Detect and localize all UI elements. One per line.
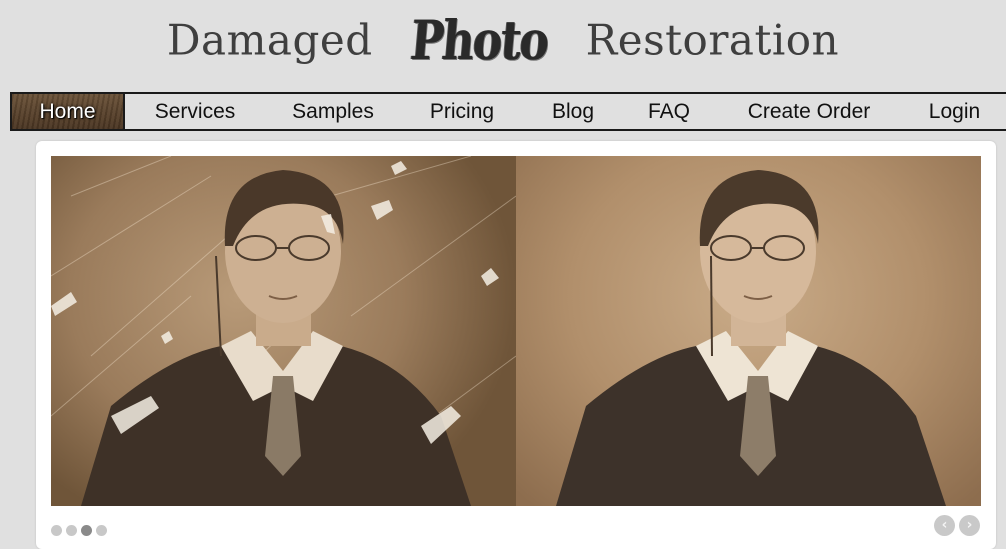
chevron-left-icon[interactable]: ‹ xyxy=(934,515,955,536)
slider-dot-4[interactable] xyxy=(96,525,107,536)
damaged-portrait-before xyxy=(51,156,516,506)
damaged-portrait-illustration xyxy=(51,156,516,506)
slider-pagination xyxy=(51,521,111,536)
restored-portrait-illustration xyxy=(556,170,946,506)
nav-item-create-order[interactable]: Create Order xyxy=(734,94,884,129)
nav-item-home[interactable]: Home xyxy=(12,94,125,129)
nav-item-blog[interactable]: Blog xyxy=(538,94,608,129)
logo-word-restoration: Restoration xyxy=(585,15,840,65)
nav-item-pricing[interactable]: Pricing xyxy=(412,94,512,129)
nav-item-login[interactable]: Login xyxy=(917,94,992,129)
main-nav: Home Services Samples Pricing Blog FAQ C… xyxy=(10,92,1006,131)
nav-item-services[interactable]: Services xyxy=(140,94,250,129)
nav-item-faq[interactable]: FAQ xyxy=(637,94,701,129)
slider-dot-2[interactable] xyxy=(66,525,77,536)
slider-dot-3[interactable] xyxy=(81,525,92,536)
image-slider: ‹ › xyxy=(36,141,996,549)
nav-item-samples[interactable]: Samples xyxy=(278,94,388,129)
site-logo[interactable]: Damaged Photo Restoration xyxy=(0,0,1006,88)
logo-word-photo: Photo xyxy=(407,8,551,72)
chevron-right-icon[interactable]: › xyxy=(959,515,980,536)
logo-word-damaged: Damaged xyxy=(166,15,373,65)
restored-portrait-after xyxy=(516,156,981,506)
slider-dot-1[interactable] xyxy=(51,525,62,536)
